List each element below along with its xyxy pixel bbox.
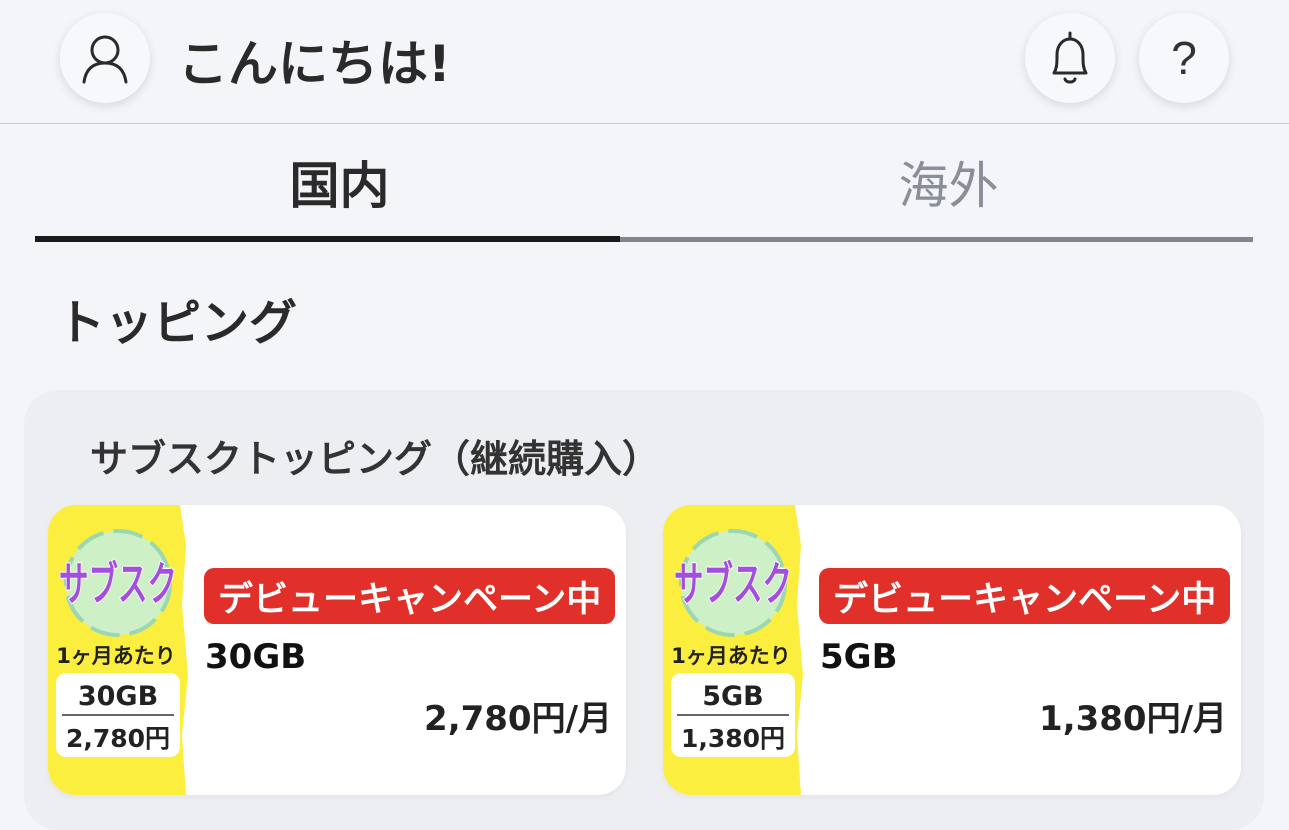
badge-price: 1,380円 [681, 724, 785, 753]
user-icon [82, 35, 128, 84]
tab-inactive-indicator [620, 237, 1253, 242]
plan-card-30gb[interactable]: サブスク 1ヶ月あたり 30GB 2,780円 デビューキャンペーン中 30GB… [48, 505, 626, 795]
tab-overseas[interactable]: 海外 [644, 124, 1253, 240]
panel-title: サブスクトッピング（継続購入） [90, 437, 661, 481]
badge-data: 30GB [78, 681, 158, 712]
subsuku-badge: サブスク 1ヶ月あたり 5GB 1,380円 [663, 505, 803, 795]
campaign-tag: デビューキャンペーン中 [204, 568, 616, 624]
section-title: トッピング [57, 295, 298, 351]
help-icon: ? [1171, 32, 1197, 84]
greeting-text: こんにちは! [178, 35, 451, 93]
app-header: こんにちは! ? [0, 0, 1289, 124]
subsuku-badge: サブスク 1ヶ月あたり 30GB 2,780円 [48, 505, 188, 795]
badge-data: 5GB [702, 681, 764, 712]
avatar-button[interactable] [60, 13, 150, 103]
bell-icon [1052, 31, 1088, 84]
plan-price: 2,780円/月 [424, 699, 612, 739]
badge-caption: 1ヶ月あたり [56, 644, 176, 668]
badge-price: 2,780円 [66, 724, 170, 753]
help-button[interactable]: ? [1139, 13, 1229, 103]
plan-name: 5GB [820, 637, 898, 677]
campaign-tag: デビューキャンペーン中 [819, 568, 1231, 624]
plan-name: 30GB [205, 637, 307, 677]
tab-domestic[interactable]: 国内 [35, 124, 644, 240]
badge-logo-text: サブスク [674, 557, 792, 611]
badge-caption: 1ヶ月あたり [671, 644, 791, 668]
region-tabs: 国内 海外 [35, 124, 1253, 244]
badge-logo-text: サブスク [59, 557, 177, 611]
plan-card-5gb[interactable]: サブスク 1ヶ月あたり 5GB 1,380円 デビューキャンペーン中 5GB 1… [663, 505, 1241, 795]
tab-active-indicator [35, 236, 620, 242]
plan-price: 1,380円/月 [1039, 699, 1227, 739]
notifications-button[interactable] [1025, 13, 1115, 103]
